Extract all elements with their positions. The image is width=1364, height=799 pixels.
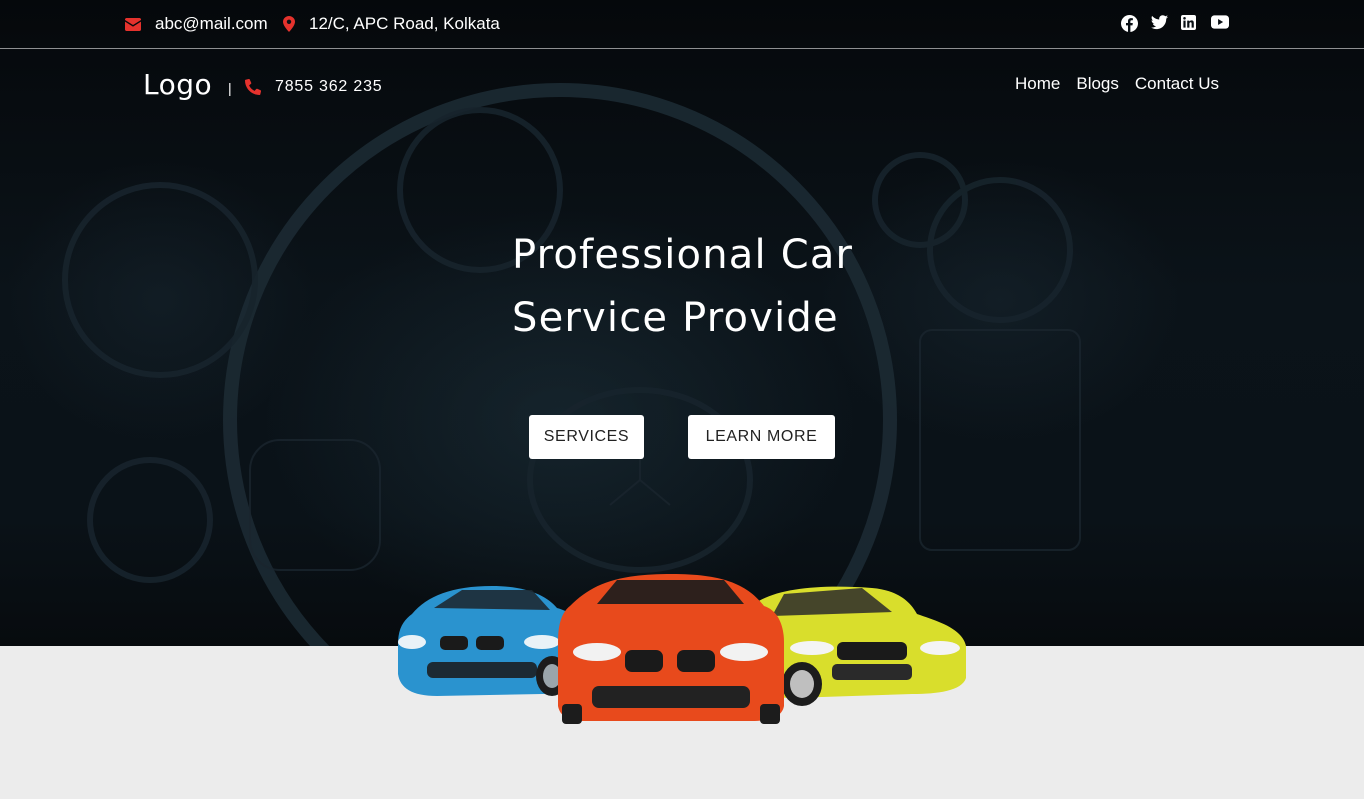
phone-icon bbox=[245, 79, 261, 95]
phone-number: 7855 362 235 bbox=[275, 78, 383, 95]
address-text: 12/C, APC Road, Kolkata bbox=[309, 14, 500, 33]
linkedin-icon[interactable] bbox=[1181, 15, 1199, 33]
nav-links: Home Blogs Contact Us bbox=[1015, 74, 1219, 94]
nav-separator: | bbox=[228, 80, 232, 96]
nav-link-contact-us[interactable]: Contact Us bbox=[1135, 74, 1219, 94]
services-button[interactable]: SERVICES bbox=[529, 415, 644, 459]
learn-more-button[interactable]: LEARN MORE bbox=[688, 415, 835, 459]
map-marker-icon bbox=[283, 16, 295, 32]
social-links bbox=[1121, 15, 1229, 33]
facebook-icon[interactable] bbox=[1121, 15, 1139, 33]
hero-headline-line-1: Professional Car bbox=[512, 232, 854, 278]
youtube-icon[interactable] bbox=[1211, 15, 1229, 33]
phone-contact[interactable]: 7855 362 235 bbox=[245, 78, 382, 96]
top-contact-bar: abc@mail.com 12/C, APC Road, Kolkata bbox=[0, 0, 1364, 49]
email-text: abc@mail.com bbox=[155, 14, 268, 33]
site-logo[interactable]: Logo bbox=[143, 68, 212, 101]
address-contact: 12/C, APC Road, Kolkata bbox=[283, 14, 500, 34]
nav-link-blogs[interactable]: Blogs bbox=[1076, 74, 1119, 94]
three-sports-cars-image bbox=[398, 574, 966, 724]
nav-link-home[interactable]: Home bbox=[1015, 74, 1060, 94]
twitter-icon[interactable] bbox=[1151, 15, 1169, 33]
envelope-icon bbox=[125, 17, 141, 31]
main-navbar: Logo | 7855 362 235 Home Blogs Contact U… bbox=[0, 50, 1364, 126]
hero-headline: Professional Car Service Provide bbox=[512, 224, 932, 350]
hero-section: abc@mail.com 12/C, APC Road, Kolkata Log… bbox=[0, 0, 1364, 646]
hero-headline-line-2: Service Provide bbox=[512, 295, 839, 341]
orange-car bbox=[558, 574, 784, 724]
yellow-car bbox=[752, 586, 966, 706]
email-contact[interactable]: abc@mail.com bbox=[125, 14, 268, 34]
